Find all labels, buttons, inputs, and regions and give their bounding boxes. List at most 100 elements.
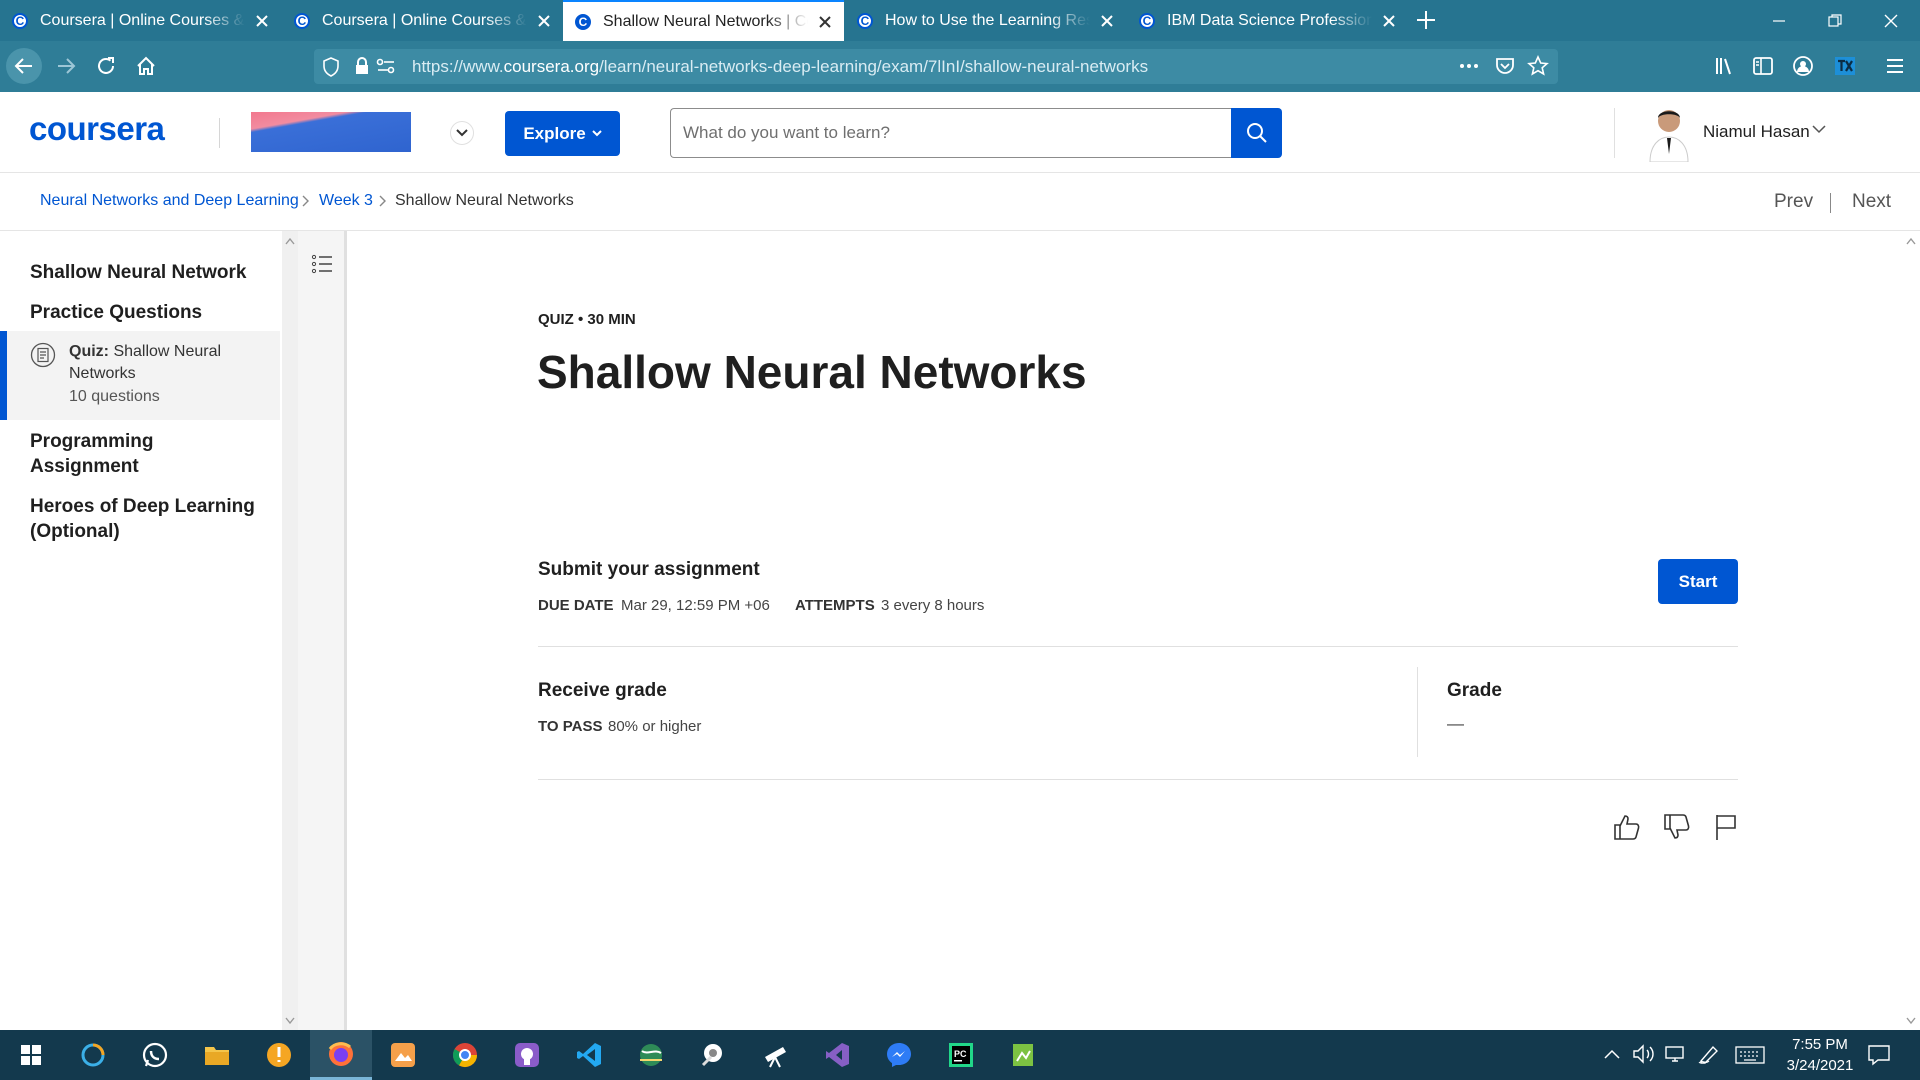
search-input[interactable]	[670, 108, 1232, 158]
visual-studio-icon[interactable]	[806, 1030, 868, 1080]
minimize-window-icon[interactable]	[1751, 0, 1807, 41]
permissions-icon[interactable]	[376, 57, 396, 75]
browser-tab-5[interactable]: C IBM Data Science Professional Certific…	[1127, 0, 1408, 41]
flag-icon[interactable]	[1710, 811, 1742, 843]
back-icon[interactable]	[6, 48, 42, 84]
browser-tab-2[interactable]: C Coursera | Online Courses & Credential…	[282, 0, 563, 41]
url-text[interactable]: https://www.coursera.org/learn/neural-ne…	[412, 57, 1148, 77]
user-name[interactable]: Niamul Hasan	[1703, 122, 1810, 142]
chevron-down-icon	[591, 130, 602, 137]
sidebar-scrollbar[interactable]	[282, 231, 298, 1030]
whatsapp-icon[interactable]	[124, 1030, 186, 1080]
svg-text:PC: PC	[954, 1049, 967, 1059]
search-icon[interactable]	[62, 1030, 124, 1080]
pocket-icon[interactable]	[1495, 56, 1515, 76]
github-desktop-icon[interactable]	[496, 1030, 558, 1080]
chevron-up-icon[interactable]	[1603, 1047, 1621, 1065]
sidebar-section-practice-questions[interactable]: Practice Questions	[30, 300, 255, 325]
header-divider	[1614, 108, 1615, 158]
chevron-down-icon[interactable]	[1812, 125, 1826, 134]
thumbs-up-icon[interactable]	[1611, 811, 1643, 843]
thumbs-down-icon[interactable]	[1661, 811, 1693, 843]
to-pass-label: TO PASS	[538, 718, 603, 735]
tab-title: Shallow Neural Networks | Coursera	[603, 12, 808, 30]
start-button[interactable]: Start	[1658, 559, 1738, 604]
app-satellite-icon[interactable]	[682, 1030, 744, 1080]
chevron-down-icon[interactable]	[450, 121, 474, 145]
more-options-icon[interactable]	[1458, 57, 1480, 75]
app-telescope-icon[interactable]	[744, 1030, 806, 1080]
chevron-right-icon	[379, 195, 387, 207]
sidebar-section-heroes-of-deep-learning[interactable]: Heroes of Deep Learning (Optional)	[30, 494, 255, 544]
chrome-icon[interactable]	[434, 1030, 496, 1080]
browser-tab-4[interactable]: C How to Use the Learning Resources | Co…	[845, 0, 1126, 41]
partner-logo[interactable]	[251, 112, 411, 152]
keyboard-icon[interactable]	[1735, 1045, 1765, 1070]
account-icon[interactable]	[1785, 48, 1821, 84]
browser-tab-3-active[interactable]: C Shallow Neural Networks | Coursera	[563, 0, 844, 41]
home-icon[interactable]	[128, 48, 164, 84]
app-sheet-icon[interactable]	[992, 1030, 1054, 1080]
prev-link[interactable]: Prev	[1774, 191, 1813, 213]
pycharm-icon[interactable]: PC	[930, 1030, 992, 1080]
browser-tab-1[interactable]: C Coursera | Online Courses & Credential…	[0, 0, 281, 41]
close-tab-icon[interactable]	[816, 13, 834, 31]
firefox-icon[interactable]	[310, 1030, 372, 1080]
due-date-label: DUE DATE	[538, 597, 614, 614]
reload-icon[interactable]	[88, 48, 124, 84]
coursera-logo[interactable]: coursera	[29, 110, 165, 148]
nav-divider	[1830, 193, 1831, 213]
coursera-favicon-icon: C	[857, 12, 873, 29]
lock-icon[interactable]	[354, 57, 370, 75]
restore-window-icon[interactable]	[1807, 0, 1863, 41]
search-icon	[1246, 122, 1268, 144]
main-scrollbar[interactable]	[1902, 231, 1920, 1030]
list-icon[interactable]	[311, 253, 333, 275]
quiz-item-label: Quiz: Shallow Neural Networks	[69, 341, 249, 385]
sidebar-section-shallow-neural-network[interactable]: Shallow Neural Network	[30, 260, 255, 285]
explore-button[interactable]: Explore	[505, 111, 620, 156]
volume-icon[interactable]	[1632, 1043, 1656, 1070]
close-tab-icon[interactable]	[1098, 12, 1116, 30]
menu-hamburger-icon[interactable]	[1877, 48, 1913, 84]
breadcrumb-week-link[interactable]: Week 3	[319, 192, 373, 210]
main-content: QUIZ • 30 MIN Shallow Neural Networks Su…	[350, 231, 1900, 1030]
notifications-icon[interactable]	[1867, 1043, 1891, 1072]
close-tab-icon[interactable]	[1380, 12, 1398, 30]
photo-app-icon[interactable]	[372, 1030, 434, 1080]
breadcrumb-course-link[interactable]: Neural Networks and Deep Learning	[40, 192, 299, 210]
windows-start-icon[interactable]	[0, 1030, 62, 1080]
shield-icon[interactable]	[322, 57, 340, 77]
breadcrumb-current: Shallow Neural Networks	[395, 192, 574, 209]
avast-icon[interactable]	[248, 1030, 310, 1080]
close-tab-icon[interactable]	[535, 12, 553, 30]
library-icon[interactable]	[1706, 48, 1742, 84]
bookmark-star-icon[interactable]	[1527, 55, 1549, 77]
close-tab-icon[interactable]	[253, 12, 271, 30]
windows-taskbar: PC 7:55 PM 3/24/2021	[0, 1030, 1920, 1080]
app-globe-icon[interactable]	[620, 1030, 682, 1080]
new-tab-icon[interactable]	[1408, 2, 1444, 38]
coursera-favicon-icon: C	[294, 12, 310, 29]
clock-date[interactable]: 3/24/2021	[1775, 1057, 1865, 1074]
forward-icon[interactable]	[48, 48, 84, 84]
search-button[interactable]	[1231, 108, 1282, 158]
extension-icon[interactable]	[1827, 48, 1863, 84]
sidebar-section-programming-assignment[interactable]: Programming Assignment	[30, 429, 255, 479]
coursera-favicon-icon: C	[575, 13, 591, 30]
clock-time[interactable]: 7:55 PM	[1775, 1036, 1865, 1053]
file-explorer-icon[interactable]	[186, 1030, 248, 1080]
sidebar-item-quiz[interactable]: Quiz: Shallow Neural Networks 10 questio…	[0, 331, 280, 420]
user-avatar[interactable]	[1646, 104, 1692, 163]
to-pass-value: 80% or higher	[608, 718, 702, 735]
sidebar-toggle-icon[interactable]	[1745, 48, 1781, 84]
pen-icon[interactable]	[1697, 1043, 1721, 1070]
due-date-value: Mar 29, 12:59 PM +06	[621, 597, 770, 614]
url-bar[interactable]: https://www.coursera.org/learn/neural-ne…	[314, 49, 1558, 84]
messenger-icon[interactable]	[868, 1030, 930, 1080]
vscode-icon[interactable]	[558, 1030, 620, 1080]
tab-title: How to Use the Learning Resources | Cour…	[885, 11, 1090, 29]
network-icon[interactable]	[1664, 1043, 1688, 1070]
close-window-icon[interactable]	[1863, 0, 1919, 41]
next-link[interactable]: Next	[1852, 191, 1891, 213]
